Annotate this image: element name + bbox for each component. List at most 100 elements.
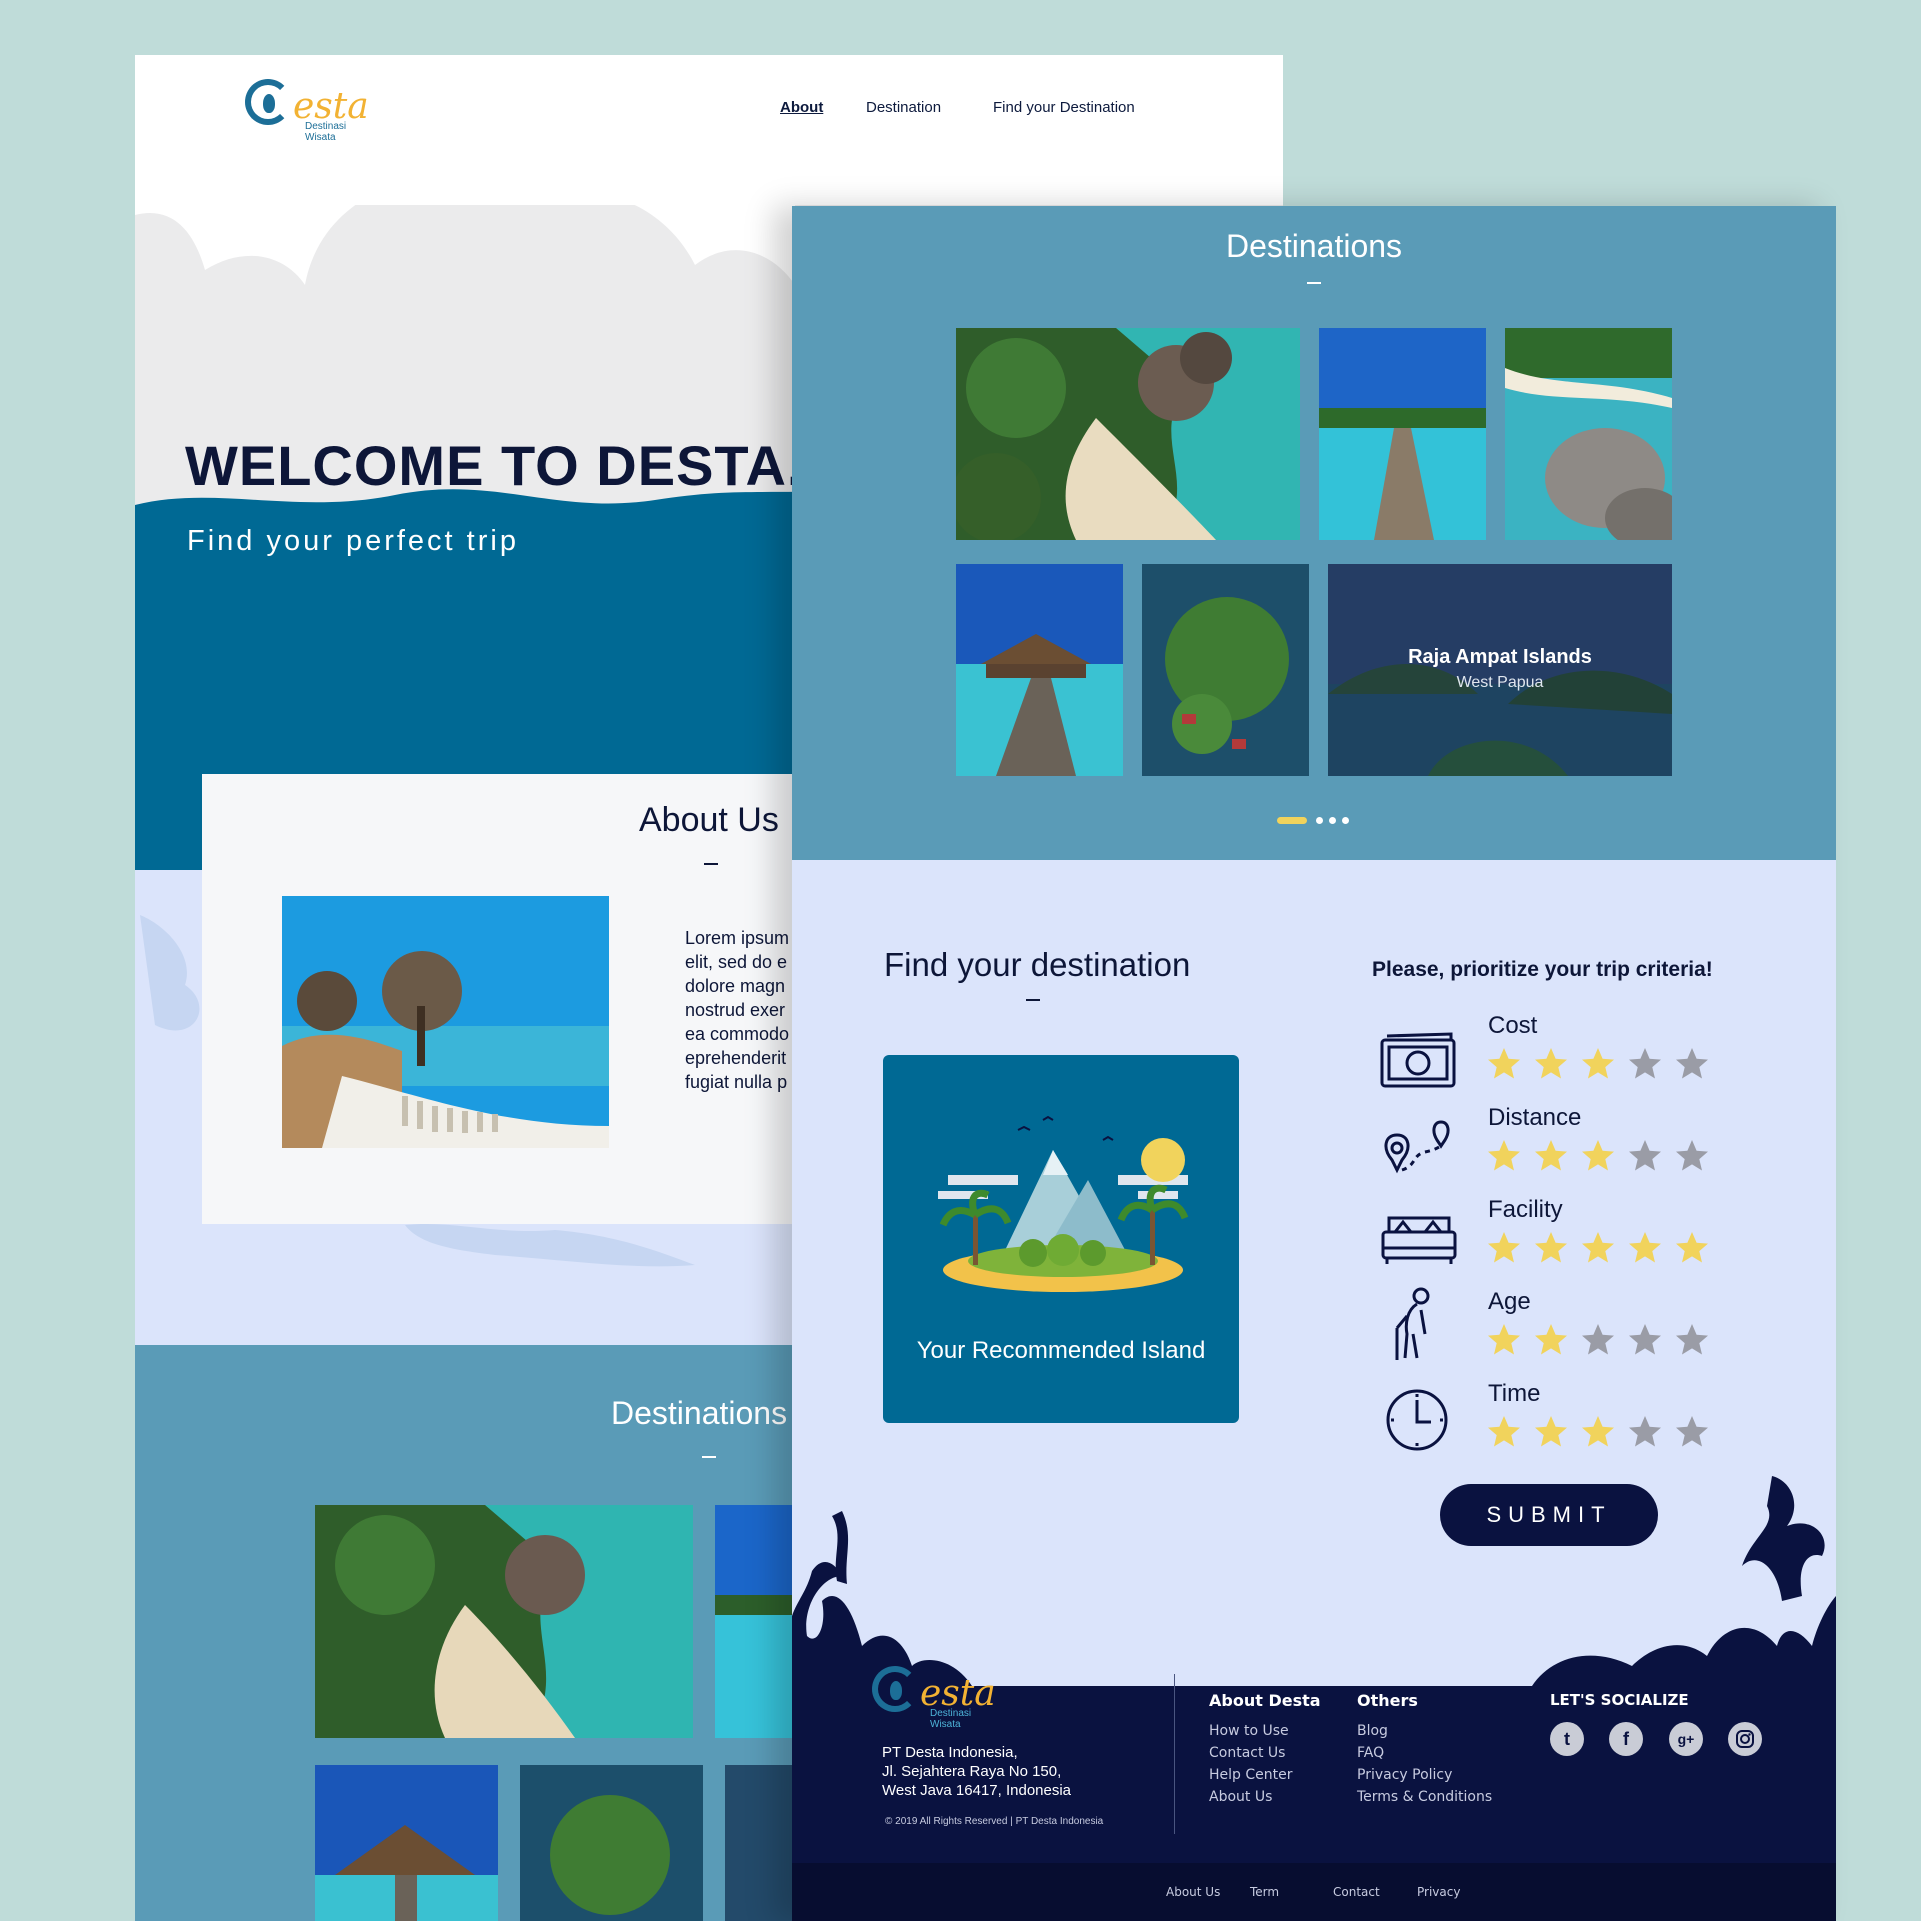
star-icon[interactable]: [1486, 1046, 1522, 1082]
clock-icon: [1377, 1384, 1457, 1454]
hero-subtitle: Find your perfect trip: [187, 525, 519, 557]
star-icon[interactable]: [1627, 1414, 1663, 1450]
back-destination-photo-5[interactable]: [725, 1765, 795, 1921]
featured-destination-region: West Papua: [1456, 674, 1544, 691]
footer-social-heading: LET'S SOCIALIZE: [1550, 1691, 1689, 1709]
elderly-person-icon: [1377, 1286, 1457, 1364]
about-title: About Us: [639, 801, 779, 839]
star-icon[interactable]: [1674, 1138, 1710, 1174]
google-plus-icon[interactable]: g+: [1669, 1722, 1703, 1756]
find-destination-underline: [1026, 999, 1040, 1001]
criteria-title: Please, prioritize your trip criteria!: [1372, 958, 1713, 981]
destination-featured-raja-ampat[interactable]: Raja Ampat Islands West Papua: [1328, 564, 1672, 776]
star-icon[interactable]: [1674, 1414, 1710, 1450]
star-icon[interactable]: [1674, 1046, 1710, 1082]
footer-link-faq[interactable]: FAQ: [1357, 1742, 1492, 1764]
criteria-label-age: Age: [1488, 1288, 1531, 1315]
facebook-icon[interactable]: f: [1609, 1722, 1643, 1756]
carousel-dot-2[interactable]: [1316, 817, 1323, 824]
criteria-label-distance: Distance: [1488, 1104, 1582, 1131]
destinations-title-underline: [1307, 282, 1321, 284]
carousel-dot-4[interactable]: [1342, 817, 1349, 824]
bottom-link-about-us[interactable]: About Us: [1166, 1885, 1220, 1899]
star-icon[interactable]: [1674, 1322, 1710, 1358]
footer-others-heading: Others: [1357, 1691, 1418, 1710]
star-icon[interactable]: [1627, 1046, 1663, 1082]
bottom-link-privacy[interactable]: Privacy: [1417, 1885, 1460, 1899]
bottom-link-term[interactable]: Term: [1250, 1885, 1279, 1899]
rating-time[interactable]: [1486, 1414, 1716, 1454]
footer-about-heading: About Desta: [1209, 1691, 1321, 1710]
footer-brand-logo[interactable]: esta Destinasi Wisata: [872, 1666, 996, 1730]
bed-icon: [1377, 1204, 1457, 1274]
star-icon[interactable]: [1627, 1230, 1663, 1266]
route-pin-icon: [1377, 1110, 1457, 1180]
back-destination-photo-2[interactable]: [715, 1505, 795, 1738]
criteria-label-cost: Cost: [1488, 1012, 1538, 1039]
footer-bottom-bar: About Us Term Contact Privacy: [792, 1881, 1836, 1911]
footer-footprint-logo-icon: [872, 1666, 918, 1712]
star-icon[interactable]: [1533, 1414, 1569, 1450]
featured-destination-name: Raja Ampat Islands: [1408, 646, 1592, 668]
back-destinations-underline: [702, 1456, 716, 1458]
destination-photo-water-villa[interactable]: [956, 564, 1123, 776]
footer-link-blog[interactable]: Blog: [1357, 1720, 1492, 1742]
destinations-title: Destinations: [1225, 228, 1403, 264]
footer-about-links: How to Use Contact Us Help Center About …: [1209, 1720, 1293, 1808]
footer-link-privacy-policy[interactable]: Privacy Policy: [1357, 1764, 1492, 1786]
star-icon[interactable]: [1486, 1138, 1522, 1174]
star-icon[interactable]: [1627, 1322, 1663, 1358]
destination-photo-granite-beach[interactable]: [1505, 328, 1672, 540]
star-icon[interactable]: [1580, 1046, 1616, 1082]
instagram-icon[interactable]: [1728, 1722, 1762, 1756]
destination-photo-rocky-beach[interactable]: [956, 328, 1300, 540]
star-icon[interactable]: [1580, 1230, 1616, 1266]
star-icon[interactable]: [1533, 1138, 1569, 1174]
destination-photo-island-aerial[interactable]: [1142, 564, 1309, 776]
footer-brand-tagline: Destinasi Wisata: [930, 1708, 972, 1730]
carousel-dot-3[interactable]: [1329, 817, 1336, 824]
about-photo: [282, 896, 609, 1148]
recommended-island-card[interactable]: Your Recommended Island: [883, 1055, 1239, 1423]
rating-distance[interactable]: [1486, 1138, 1716, 1178]
back-destination-photo-3[interactable]: [315, 1765, 498, 1921]
bottom-link-contact[interactable]: Contact: [1333, 1885, 1380, 1899]
footer-link-about-us[interactable]: About Us: [1209, 1786, 1293, 1808]
footer-link-how-to-use[interactable]: How to Use: [1209, 1720, 1293, 1742]
rating-age[interactable]: [1486, 1322, 1716, 1362]
star-icon[interactable]: [1627, 1138, 1663, 1174]
find-destination-title: Find your destination: [884, 946, 1191, 983]
recommended-island-label: Your Recommended Island: [916, 1337, 1206, 1364]
footer-link-terms[interactable]: Terms & Conditions: [1357, 1786, 1492, 1808]
criteria-label-facility: Facility: [1488, 1196, 1563, 1223]
star-icon[interactable]: [1533, 1230, 1569, 1266]
star-icon[interactable]: [1486, 1230, 1522, 1266]
star-icon[interactable]: [1580, 1322, 1616, 1358]
footer-link-contact-us[interactable]: Contact Us: [1209, 1742, 1293, 1764]
hero-title: WELCOME TO DESTA.: [185, 434, 804, 497]
star-icon[interactable]: [1533, 1322, 1569, 1358]
twitter-icon[interactable]: t: [1550, 1722, 1584, 1756]
back-destination-photo-4[interactable]: [520, 1765, 703, 1921]
star-icon[interactable]: [1580, 1138, 1616, 1174]
front-page-mockup: Destinations Raja Ampat Islands West Pap…: [792, 206, 1836, 1921]
destination-photo-pier[interactable]: [1319, 328, 1486, 540]
rating-cost[interactable]: [1486, 1046, 1716, 1086]
star-icon[interactable]: [1486, 1414, 1522, 1450]
rating-facility[interactable]: [1486, 1230, 1716, 1270]
carousel-dot-active[interactable]: [1277, 817, 1307, 824]
footer-others-links: Blog FAQ Privacy Policy Terms & Conditio…: [1357, 1720, 1492, 1808]
criteria-label-time: Time: [1488, 1380, 1541, 1407]
star-icon[interactable]: [1486, 1322, 1522, 1358]
star-icon[interactable]: [1533, 1046, 1569, 1082]
star-icon[interactable]: [1674, 1230, 1710, 1266]
star-icon[interactable]: [1580, 1414, 1616, 1450]
footer-address: PT Desta Indonesia, Jl. Sejahtera Raya N…: [882, 1744, 1072, 1799]
footer-link-help-center[interactable]: Help Center: [1209, 1764, 1293, 1786]
back-destination-photo-1[interactable]: [315, 1505, 693, 1738]
footer-copyright: © 2019 All Rights Reserved | PT Desta In…: [885, 1816, 1104, 1827]
about-card: About Us Lorem ipsum elit, sed do e dolo…: [202, 774, 802, 1224]
money-icon: [1377, 1024, 1457, 1094]
submit-button[interactable]: SUBMIT: [1440, 1484, 1658, 1546]
about-title-underline: [704, 863, 718, 865]
